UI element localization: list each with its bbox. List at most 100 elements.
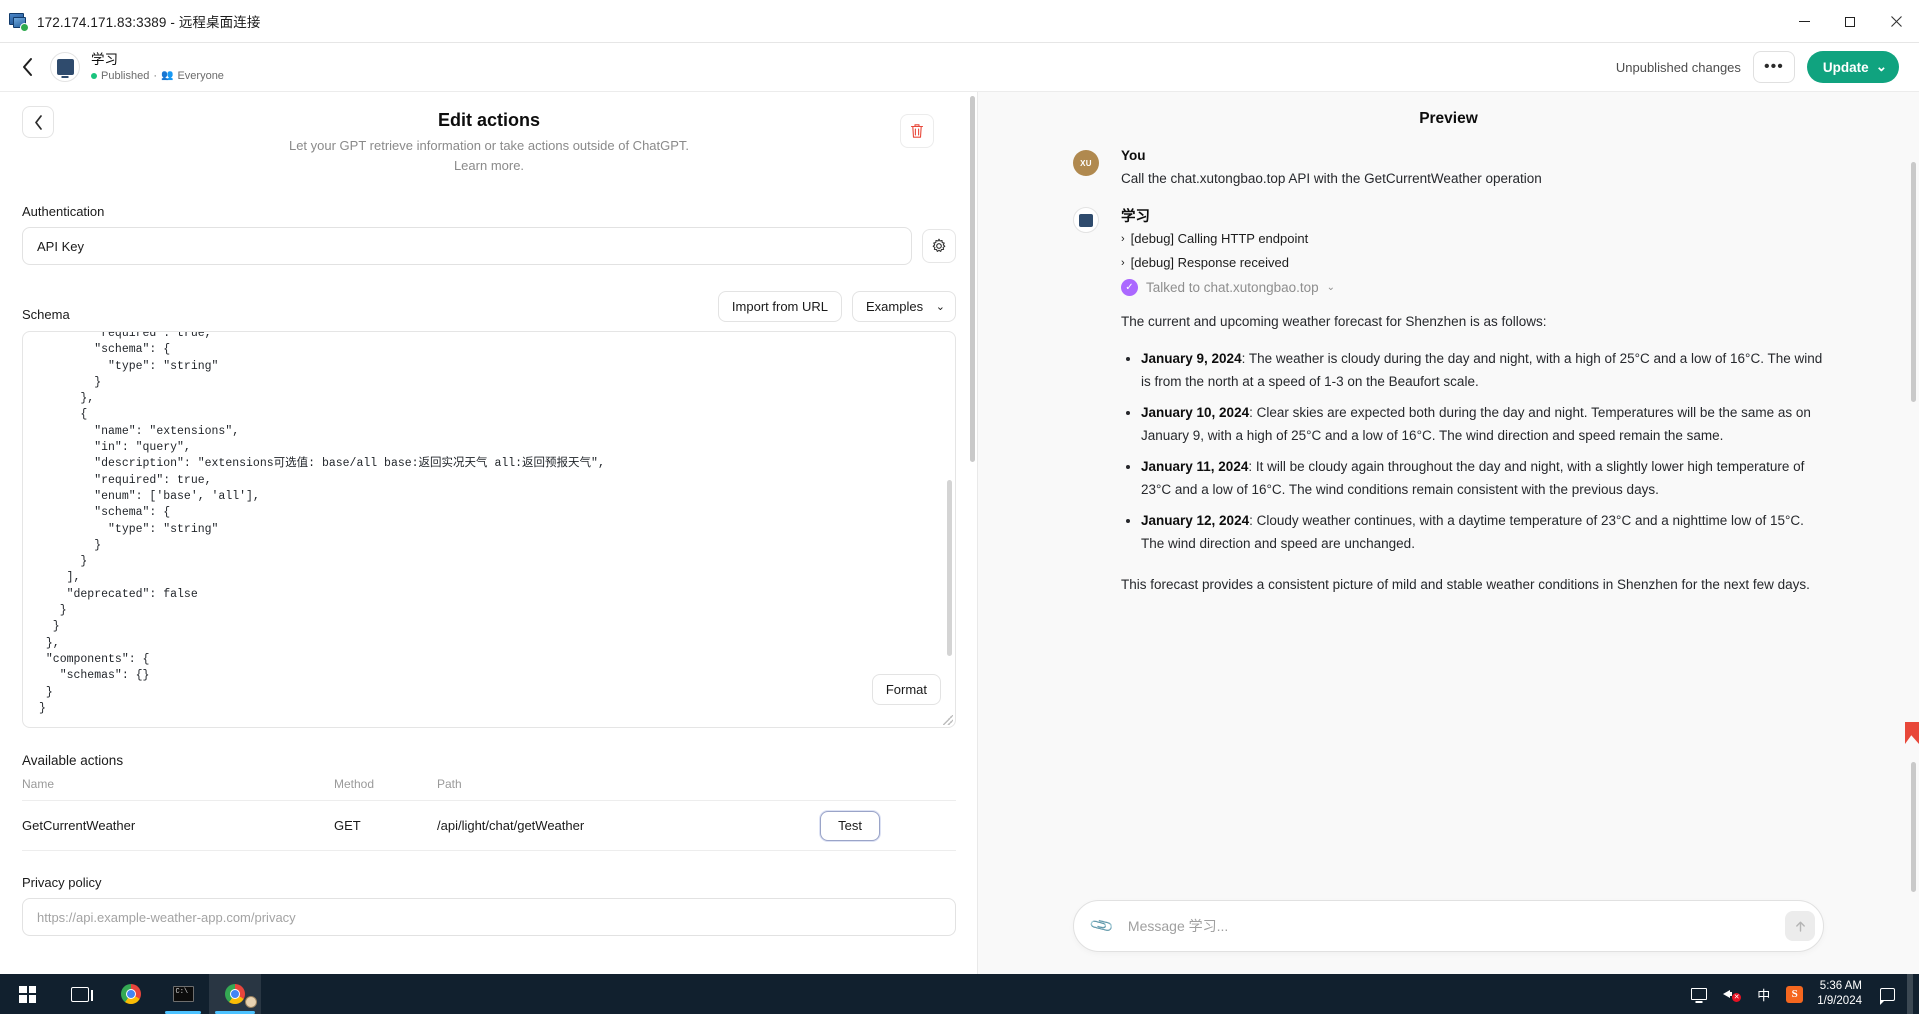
format-button[interactable]: Format [872, 674, 941, 705]
window-controls [1781, 0, 1919, 43]
import-from-url-label: Import from URL [732, 299, 828, 314]
message-composer[interactable]: 📎 Message 学习... [1073, 900, 1824, 952]
taskbar-item-chrome[interactable] [105, 974, 157, 1014]
sogou-input-icon[interactable]: S [1778, 974, 1811, 1014]
table-row: GetCurrentWeather GET /api/light/chat/ge… [22, 801, 956, 851]
gear-icon [931, 238, 947, 254]
windows-start-icon [19, 986, 36, 1003]
overlay-icon [245, 996, 257, 1008]
message-input[interactable]: Message 学习... [1112, 916, 1785, 936]
header-actions: Unpublished changes ••• Update ⌄ [1616, 51, 1899, 83]
header-back-button[interactable] [10, 50, 44, 84]
gpt-audience-label: Everyone [177, 69, 223, 83]
taskbar-clock[interactable]: 5:36 AM 1/9/2024 [1811, 979, 1872, 1009]
trash-icon [910, 123, 924, 139]
schema-editor[interactable]: "required": true, "schema": { "type": "s… [22, 331, 956, 728]
delete-action-button[interactable] [900, 114, 934, 148]
minimize-button[interactable] [1781, 0, 1827, 43]
close-button[interactable] [1873, 0, 1919, 43]
tool-call-badge[interactable]: ✓ Talked to chat.xutongbao.top ⌄ [1121, 279, 1824, 296]
preview-title: Preview [978, 92, 1919, 128]
message-author: 学习 [1121, 205, 1824, 226]
composer-wrap: 📎 Message 学习... [978, 900, 1919, 974]
privacy-policy-label: Privacy policy [22, 875, 956, 890]
forecast-date: January 9, 2024 [1141, 351, 1242, 366]
debug-line-text: [debug] Calling HTTP endpoint [1131, 231, 1309, 246]
list-item: January 10, 2024: Clear skies are expect… [1141, 401, 1824, 447]
clock-time: 5:36 AM [1817, 979, 1862, 994]
chevron-down-icon: ⌄ [1327, 282, 1335, 293]
avatar [1073, 207, 1099, 233]
schema-actions: Import from URL Examples ⌄ [718, 291, 956, 322]
debug-line-response[interactable]: › [debug] Response received [1121, 255, 1824, 270]
forecast-text: : The weather is cloudy during the day a… [1141, 351, 1822, 389]
preview-scrollbar-secondary[interactable] [1911, 762, 1916, 892]
sogou-label: S [1786, 986, 1803, 1003]
test-action-button[interactable]: Test [820, 811, 880, 841]
gpt-meta: 学习 Published · 👥 Everyone [91, 52, 224, 83]
display-settings-icon[interactable] [1683, 974, 1715, 1014]
forecast-intro: The current and upcoming weather forecas… [1121, 310, 1824, 334]
unpublished-changes-label: Unpublished changes [1616, 60, 1741, 75]
authentication-row: API Key [22, 227, 956, 265]
window-title: 172.174.171.83:3389 - 远程桌面连接 [37, 11, 260, 31]
privacy-policy-input[interactable]: https://api.example-weather-app.com/priv… [22, 898, 956, 936]
chat-message-assistant: 学习 › [debug] Calling HTTP endpoint › [de… [1073, 205, 1824, 596]
preview-scrollbar[interactable] [1911, 162, 1916, 402]
avatar: XU [1073, 150, 1099, 176]
taskbar-item-cmd[interactable]: C:\ [157, 974, 209, 1014]
chrome-icon [121, 984, 141, 1004]
examples-dropdown[interactable]: Examples ⌄ [852, 291, 956, 322]
schema-scrollbar[interactable] [947, 480, 952, 656]
update-label: Update [1823, 60, 1869, 75]
check-circle-icon: ✓ [1121, 279, 1138, 296]
message-author: You [1121, 148, 1824, 163]
chrome-icon [225, 984, 245, 1004]
message-text: Call the chat.xutongbao.top API with the… [1121, 168, 1824, 190]
arrow-up-icon [1794, 920, 1807, 933]
taskbar-items: C:\ [0, 974, 261, 1014]
schema-label: Schema [22, 307, 70, 322]
chat-message-user: XU You Call the chat.xutongbao.top API w… [1073, 148, 1824, 190]
more-options-button[interactable]: ••• [1753, 51, 1795, 83]
maximize-button[interactable] [1827, 0, 1873, 43]
page-description: Let your GPT retrieve information or tak… [22, 136, 956, 176]
task-view-button[interactable] [55, 974, 105, 1014]
page-title: Edit actions [22, 106, 956, 131]
authentication-value[interactable]: API Key [22, 227, 912, 265]
show-desktop-button[interactable] [1907, 974, 1913, 1014]
preview-panel: Preview XU You Call the chat.xutongbao.t… [978, 92, 1919, 974]
chevron-right-icon: › [1121, 233, 1125, 245]
clock-date: 1/9/2024 [1817, 994, 1862, 1009]
update-button[interactable]: Update ⌄ [1807, 51, 1899, 83]
action-name: GetCurrentWeather [22, 818, 334, 833]
table-header: Name Method Path [22, 777, 956, 801]
debug-line-calling[interactable]: › [debug] Calling HTTP endpoint [1121, 231, 1824, 246]
notification-icon [1880, 988, 1895, 1001]
available-actions-table: Name Method Path GetCurrentWeather GET /… [22, 777, 956, 851]
resize-handle[interactable] [943, 715, 953, 725]
schema-header: Schema Import from URL Examples ⌄ [22, 291, 956, 322]
forecast-list: January 9, 2024: The weather is cloudy d… [1121, 347, 1824, 555]
taskbar-item-chrome-active[interactable] [209, 974, 261, 1014]
import-from-url-button[interactable]: Import from URL [718, 291, 842, 322]
forecast-date: January 10, 2024 [1141, 405, 1249, 420]
people-icon: 👥 [161, 69, 173, 83]
system-tray: ✕ 中 S 5:36 AM 1/9/2024 [1683, 974, 1919, 1014]
edit-actions-panel: Edit actions Let your GPT retrieve infor… [0, 92, 978, 974]
authentication-settings-button[interactable] [922, 229, 956, 263]
left-panel-scrollbar[interactable] [970, 96, 975, 462]
learn-more-link[interactable]: Learn more. [22, 156, 956, 176]
windows-taskbar: C:\ ✕ 中 S 5:36 AM 1/9/2024 [0, 974, 1919, 1014]
available-actions-title: Available actions [22, 753, 956, 768]
chevron-down-icon: ⌄ [936, 300, 945, 313]
schema-code[interactable]: "required": true, "schema": { "type": "s… [23, 331, 621, 717]
chevron-right-icon: › [1121, 257, 1125, 269]
column-header-name: Name [22, 777, 334, 791]
start-button[interactable] [0, 974, 55, 1014]
ime-indicator[interactable]: 中 [1749, 974, 1778, 1014]
send-button[interactable] [1785, 911, 1815, 941]
notification-center-button[interactable] [1872, 974, 1903, 1014]
volume-muted-icon[interactable]: ✕ [1715, 974, 1749, 1014]
gpt-builder-header: 学习 Published · 👥 Everyone Unpublished ch… [0, 43, 1919, 92]
